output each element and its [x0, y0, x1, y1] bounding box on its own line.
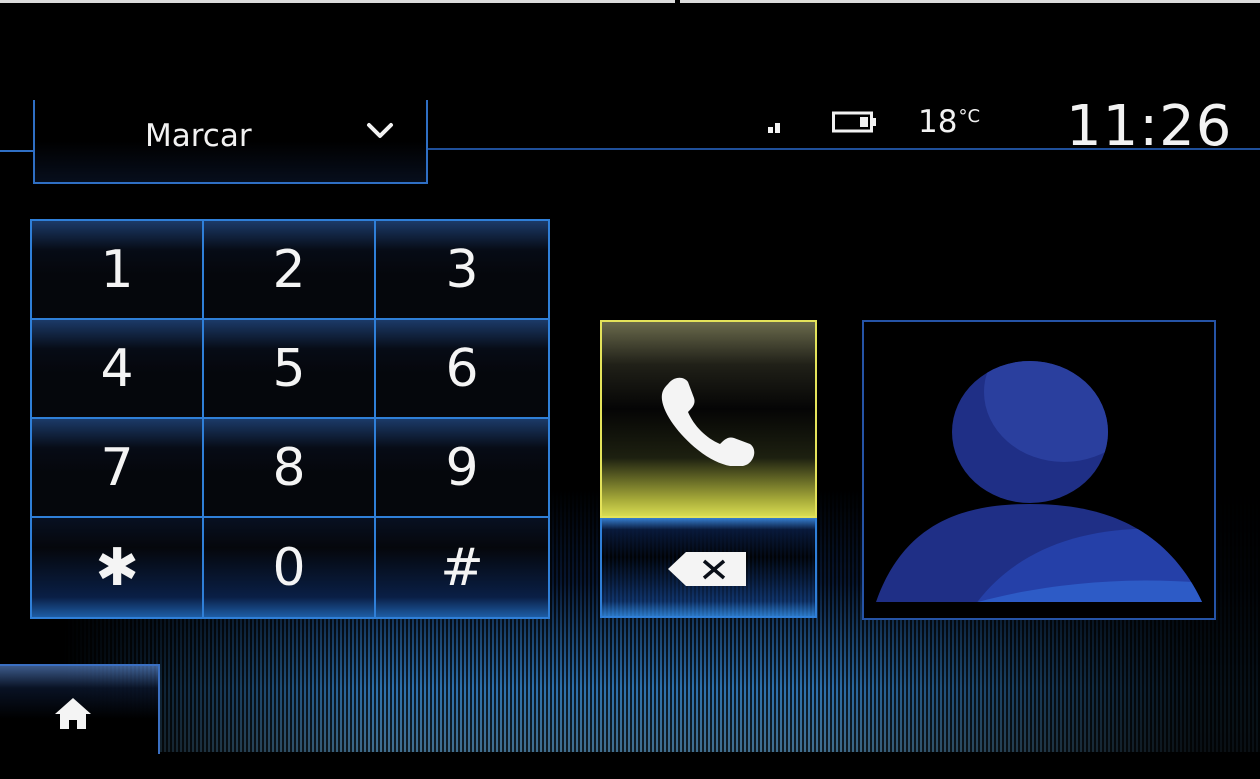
call-button[interactable] — [600, 320, 817, 518]
key-7[interactable]: 7 — [32, 419, 204, 518]
bottom-strip — [0, 752, 1260, 779]
key-5[interactable]: 5 — [204, 320, 376, 419]
home-icon — [55, 698, 91, 729]
dial-keypad: 1 2 3 4 5 6 7 8 9 ✱ 0 # — [30, 219, 550, 619]
key-star[interactable]: ✱ — [32, 518, 204, 617]
phone-icon — [661, 377, 755, 466]
key-4[interactable]: 4 — [32, 320, 204, 419]
key-hash[interactable]: # — [376, 518, 548, 617]
signal-icon — [768, 123, 780, 133]
chevron-down-icon — [367, 123, 393, 138]
battery-icon — [832, 111, 876, 133]
key-8[interactable]: 8 — [204, 419, 376, 518]
key-0[interactable]: 0 — [204, 518, 376, 617]
temperature-value: 18 — [918, 104, 958, 140]
key-2[interactable]: 2 — [204, 221, 376, 320]
mode-selector-label: Marcar — [145, 118, 252, 154]
contact-avatar[interactable] — [862, 320, 1216, 620]
key-3[interactable]: 3 — [376, 221, 548, 320]
temperature-readout: 18°C — [918, 104, 980, 140]
phone-dial-screen: Marcar 18°C 11:26 1 2 3 4 5 6 7 8 9 ✱ 0 … — [0, 0, 1260, 779]
key-9[interactable]: 9 — [376, 419, 548, 518]
mode-selector-dropdown[interactable]: Marcar — [33, 100, 428, 184]
clock: 11:26 — [1066, 94, 1233, 159]
backspace-button[interactable] — [600, 518, 817, 618]
key-6[interactable]: 6 — [376, 320, 548, 419]
person-silhouette-icon — [876, 361, 1202, 602]
home-button[interactable] — [0, 664, 160, 754]
header-line-left — [0, 150, 33, 152]
key-1[interactable]: 1 — [32, 221, 204, 320]
top-divider-right — [680, 0, 1260, 3]
temperature-unit: °C — [958, 106, 981, 127]
backspace-icon — [668, 552, 746, 586]
top-divider-left — [0, 0, 675, 3]
